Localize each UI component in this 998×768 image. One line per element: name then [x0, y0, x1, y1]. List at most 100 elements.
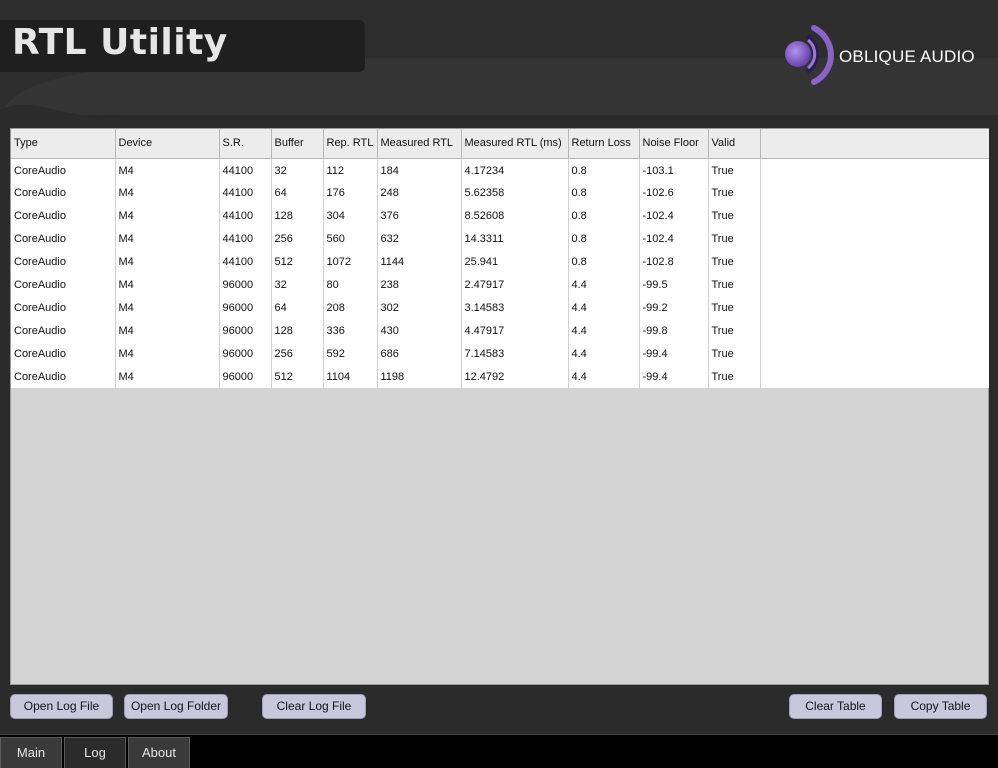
clear-table-button[interactable]: Clear Table — [789, 694, 882, 719]
table-cell: 512 — [271, 365, 324, 388]
table-row[interactable]: CoreAudio M4 96000 256 592 686 7.14583 4.4 -99.4… — [11, 342, 989, 365]
table-cell: 0.8 — [568, 158, 640, 181]
table-cell: M4 — [115, 296, 220, 319]
table-cell: -102.4 — [639, 204, 709, 227]
table-cell: 4.17234 — [461, 158, 569, 181]
table-cell: 4.47917 — [461, 319, 569, 342]
table-cell: M4 — [115, 365, 220, 388]
row-filler — [760, 250, 989, 273]
row-filler — [760, 204, 989, 227]
table-cell: 96000 — [219, 296, 272, 319]
table-cell: -103.1 — [639, 158, 709, 181]
table-cell: M4 — [115, 181, 220, 204]
table-cell: 176 — [323, 181, 378, 204]
table-cell: M4 — [115, 319, 220, 342]
table-cell: 208 — [323, 296, 378, 319]
row-filler — [760, 181, 989, 204]
table-cell: 0.8 — [568, 227, 640, 250]
column-header[interactable]: Measured RTL — [377, 129, 462, 159]
table-cell: 248 — [377, 181, 462, 204]
table-cell: -102.6 — [639, 181, 709, 204]
column-header[interactable]: Device — [115, 129, 220, 159]
column-header[interactable]: Measured RTL (ms) — [461, 129, 569, 159]
log-table-area: Type Device S.R. Buffer Rep. RTL Measured RTL… — [10, 128, 989, 685]
open-log-file-button[interactable]: Open Log File — [10, 694, 113, 719]
table-cell: 592 — [323, 342, 378, 365]
tab-main[interactable]: Main — [0, 737, 62, 768]
table-cell: 96000 — [219, 319, 272, 342]
table-cell: 376 — [377, 204, 462, 227]
table-cell: 256 — [271, 227, 324, 250]
table-cell: -102.4 — [639, 227, 709, 250]
table-header-row: Type Device S.R. Buffer Rep. RTL Measured RTL… — [11, 129, 989, 159]
row-filler — [760, 365, 989, 388]
table-cell: 1072 — [323, 250, 378, 273]
table-cell: 302 — [377, 296, 462, 319]
table-cell: -99.4 — [639, 342, 709, 365]
table-cell: True — [708, 365, 761, 388]
table-cell: 686 — [377, 342, 462, 365]
table-cell: 32 — [271, 158, 324, 181]
open-log-folder-button[interactable]: Open Log Folder — [124, 694, 228, 719]
table-cell: -99.5 — [639, 273, 709, 296]
table-cell: 0.8 — [568, 250, 640, 273]
table-row[interactable]: CoreAudio M4 96000 128 336 430 4.47917 4.4 -99.8… — [11, 319, 989, 342]
table-cell: M4 — [115, 273, 220, 296]
row-filler — [760, 273, 989, 296]
table-cell: 256 — [271, 342, 324, 365]
table-cell: 4.4 — [568, 319, 640, 342]
table-cell: M4 — [115, 342, 220, 365]
table-body: CoreAudio M4 44100 32 112 184 4.17234 0.8 -103.1… — [11, 158, 989, 388]
column-header[interactable]: S.R. — [219, 129, 272, 159]
column-header[interactable]: Type — [11, 129, 116, 159]
table-row[interactable]: CoreAudio M4 44100 32 112 184 4.17234 0.8 -103.1… — [11, 158, 989, 181]
column-header[interactable]: Return Loss — [568, 129, 640, 159]
table-cell: CoreAudio — [11, 342, 116, 365]
table-cell: CoreAudio — [11, 158, 116, 181]
table-row[interactable]: CoreAudio M4 96000 512 1104 1198 12.4792 4.4 -99… — [11, 365, 989, 388]
table-cell: 4.4 — [568, 273, 640, 296]
copy-table-button[interactable]: Copy Table — [894, 694, 987, 719]
column-header[interactable]: Noise Floor — [639, 129, 709, 159]
table-row[interactable]: CoreAudio M4 44100 128 304 376 8.52608 0.8 -102.… — [11, 204, 989, 227]
table-cell: CoreAudio — [11, 250, 116, 273]
table-cell: True — [708, 158, 761, 181]
column-header[interactable]: Buffer — [271, 129, 324, 159]
column-header[interactable]: Rep. RTL — [323, 129, 378, 159]
table-cell: 32 — [271, 273, 324, 296]
table-row[interactable]: CoreAudio M4 44100 256 560 632 14.3311 0.8 -102.… — [11, 227, 989, 250]
row-filler — [760, 227, 989, 250]
table-cell: CoreAudio — [11, 181, 116, 204]
table-cell: -102.8 — [639, 250, 709, 273]
table-cell: 25.941 — [461, 250, 569, 273]
log-table: Type Device S.R. Buffer Rep. RTL Measured RTL… — [11, 129, 989, 388]
table-cell: CoreAudio — [11, 273, 116, 296]
tab-log[interactable]: Log — [64, 737, 126, 768]
table-row[interactable]: CoreAudio M4 44100 64 176 248 5.62358 0.8 -102.6… — [11, 181, 989, 204]
table-cell: 184 — [377, 158, 462, 181]
table-cell: 96000 — [219, 273, 272, 296]
tab-about[interactable]: About — [128, 737, 190, 768]
table-cell: 112 — [323, 158, 378, 181]
table-cell: True — [708, 296, 761, 319]
table-cell: CoreAudio — [11, 227, 116, 250]
table-cell: 304 — [323, 204, 378, 227]
table-row[interactable]: CoreAudio M4 96000 32 80 238 2.47917 4.4 -99.5 Tr… — [11, 273, 989, 296]
table-row[interactable]: CoreAudio M4 96000 64 208 302 3.14583 4.4 -99.2 T… — [11, 296, 989, 319]
table-cell: 64 — [271, 181, 324, 204]
table-row[interactable]: CoreAudio M4 44100 512 1072 1144 25.941 0.8 -102… — [11, 250, 989, 273]
table-cell: CoreAudio — [11, 365, 116, 388]
table-cell: 238 — [377, 273, 462, 296]
tab-bar: Main Log About — [0, 734, 998, 768]
table-cell: -99.2 — [639, 296, 709, 319]
column-header[interactable]: Valid — [708, 129, 761, 159]
table-cell: 8.52608 — [461, 204, 569, 227]
table-cell: 4.4 — [568, 365, 640, 388]
table-cell: 1144 — [377, 250, 462, 273]
table-cell: 4.4 — [568, 296, 640, 319]
app-window: RTL Utility OBLIQUE AUDIO Type Device S.R.… — [0, 0, 998, 768]
table-cell: 128 — [271, 204, 324, 227]
table-cell: CoreAudio — [11, 296, 116, 319]
table-cell: 430 — [377, 319, 462, 342]
clear-log-file-button[interactable]: Clear Log File — [262, 694, 366, 719]
